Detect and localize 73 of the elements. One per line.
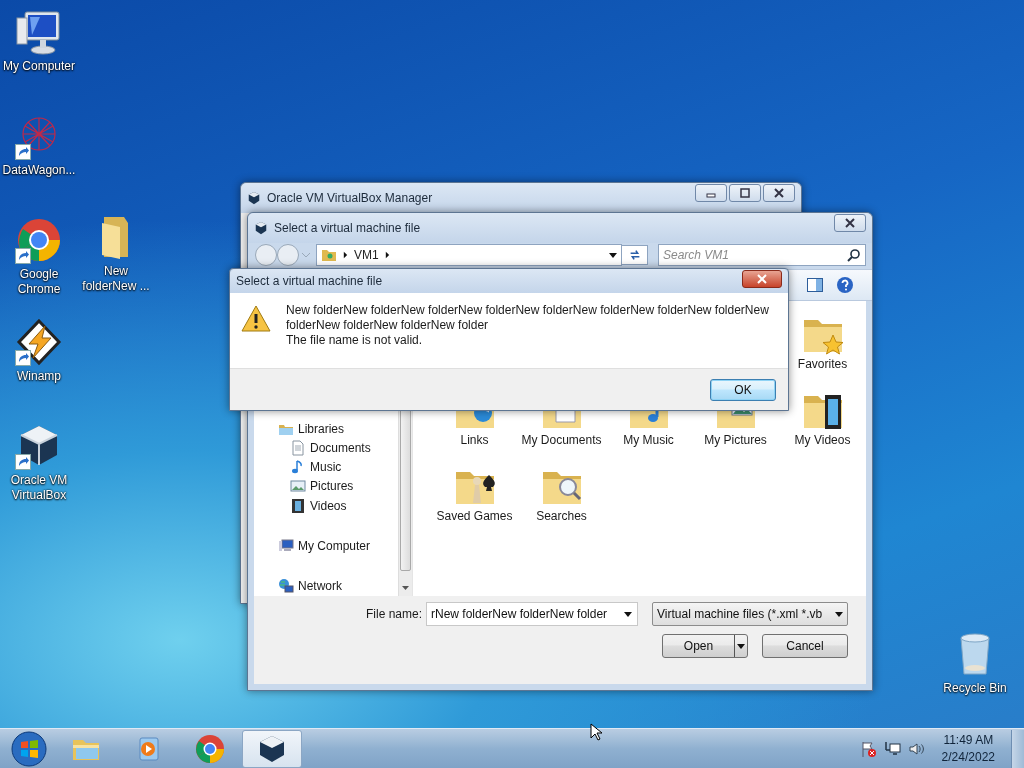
- monitor-icon[interactable]: [15, 8, 63, 56]
- message-detail-text: The file name is not valid.: [286, 333, 424, 348]
- close-icon: [756, 274, 768, 284]
- address-bar[interactable]: VM1: [316, 244, 622, 266]
- desktop-icon-label[interactable]: New folderNew ...: [78, 264, 154, 294]
- circle-logo-icon[interactable]: [194, 733, 226, 765]
- maximize-button[interactable]: [729, 184, 761, 202]
- file-item-label[interactable]: Favorites: [797, 357, 848, 372]
- close-icon[interactable]: [844, 218, 856, 228]
- cube-icon: [247, 191, 261, 205]
- preview-pane-icon[interactable]: [806, 276, 824, 294]
- folder-icon: [321, 247, 337, 263]
- close-button[interactable]: [834, 214, 866, 232]
- file-type-dropdown[interactable]: Virtual machine files (*.xml *.vb: [652, 602, 848, 626]
- refresh-button[interactable]: [622, 245, 648, 265]
- dropdown-arrow-icon: [835, 611, 843, 617]
- speaker-icon[interactable]: [907, 740, 926, 758]
- message-text: New folderNew folderNew folderNew folderNew folderNew folderNew folderNew folderNew folderNew folderNew folderNew folder: [286, 303, 770, 333]
- maximize-icon[interactable]: [739, 188, 751, 198]
- desktop-icon-label[interactable]: Winamp: [1, 369, 77, 384]
- file-item-label[interactable]: Saved Games: [436, 509, 513, 524]
- open-split-button[interactable]: Open: [662, 634, 748, 658]
- chevron-icon: [343, 251, 348, 259]
- desktop-icon-label[interactable]: DataWagon...: [1, 163, 77, 178]
- search-field[interactable]: Search VM1: [658, 244, 866, 266]
- document-icon: [290, 439, 306, 456]
- dropdown-arrow-icon[interactable]: [737, 643, 745, 649]
- dialog-title: Select a virtual machine file: [274, 221, 422, 235]
- desktop-icon-label[interactable]: Google Chrome: [1, 267, 77, 297]
- close-button[interactable]: [763, 184, 795, 202]
- desktop-icon-label[interactable]: Recycle Bin: [937, 681, 1013, 696]
- file-item-label[interactable]: My Pictures: [704, 433, 767, 448]
- desktop-icon-label[interactable]: My Computer: [1, 59, 77, 74]
- close-icon: [773, 188, 785, 198]
- clock-date[interactable]: 2/24/2022: [941, 749, 995, 766]
- chevron-icon[interactable]: [384, 251, 390, 259]
- nav-pane-item[interactable]: Pictures: [258, 476, 399, 497]
- search-icon[interactable]: [847, 248, 861, 262]
- file-name-field[interactable]: rNew folderNew folderNew folder: [426, 602, 638, 626]
- clock-time[interactable]: 11:49 AM: [943, 732, 994, 749]
- cube-icon: [254, 221, 268, 235]
- mouse-pointer-icon: [590, 723, 602, 741]
- nav-pane-item[interactable]: Videos: [258, 496, 399, 516]
- file-item-label[interactable]: My Videos: [794, 433, 851, 448]
- warning-icon: [240, 303, 272, 335]
- picture-icon: [290, 478, 306, 495]
- file-item-label[interactable]: Links: [460, 433, 489, 448]
- dropdown-arrow-icon[interactable]: [609, 252, 617, 258]
- film-icon: [290, 497, 306, 514]
- network-icon[interactable]: [883, 740, 902, 758]
- nav-pane-item[interactable]: Documents: [258, 438, 399, 458]
- flag-icon[interactable]: [859, 740, 878, 758]
- dropdown-arrow-icon[interactable]: [624, 612, 632, 617]
- help-icon[interactable]: [836, 276, 854, 294]
- file-item-label[interactable]: My Documents: [521, 433, 602, 448]
- close-button[interactable]: [742, 270, 782, 288]
- network-icon: [278, 578, 294, 595]
- file-item-label[interactable]: My Music: [623, 433, 674, 448]
- nav-pane-item[interactable]: Music: [258, 457, 399, 477]
- dialog-button[interactable]: Cancel: [762, 634, 848, 658]
- taskbar-button[interactable]: [242, 730, 302, 768]
- nav-pane-item[interactable]: My Computer: [258, 536, 399, 556]
- nav-pane-item[interactable]: Libraries: [258, 419, 399, 439]
- message-box-title: Select a virtual machine file: [236, 274, 384, 288]
- nav-pane-item[interactable]: Network: [258, 576, 399, 596]
- window-title: Oracle VM VirtualBox Manager: [267, 191, 434, 205]
- windows-orb-icon: [11, 731, 47, 767]
- breadcrumb-item[interactable]: VM1: [354, 248, 379, 262]
- file-name-label: File name:: [365, 607, 422, 621]
- file-item-label[interactable]: Searches: [536, 509, 587, 524]
- minimize-button[interactable]: [695, 184, 727, 202]
- scroll-down-arrow-icon[interactable]: [402, 586, 410, 590]
- ok-button[interactable]: OK: [710, 378, 776, 401]
